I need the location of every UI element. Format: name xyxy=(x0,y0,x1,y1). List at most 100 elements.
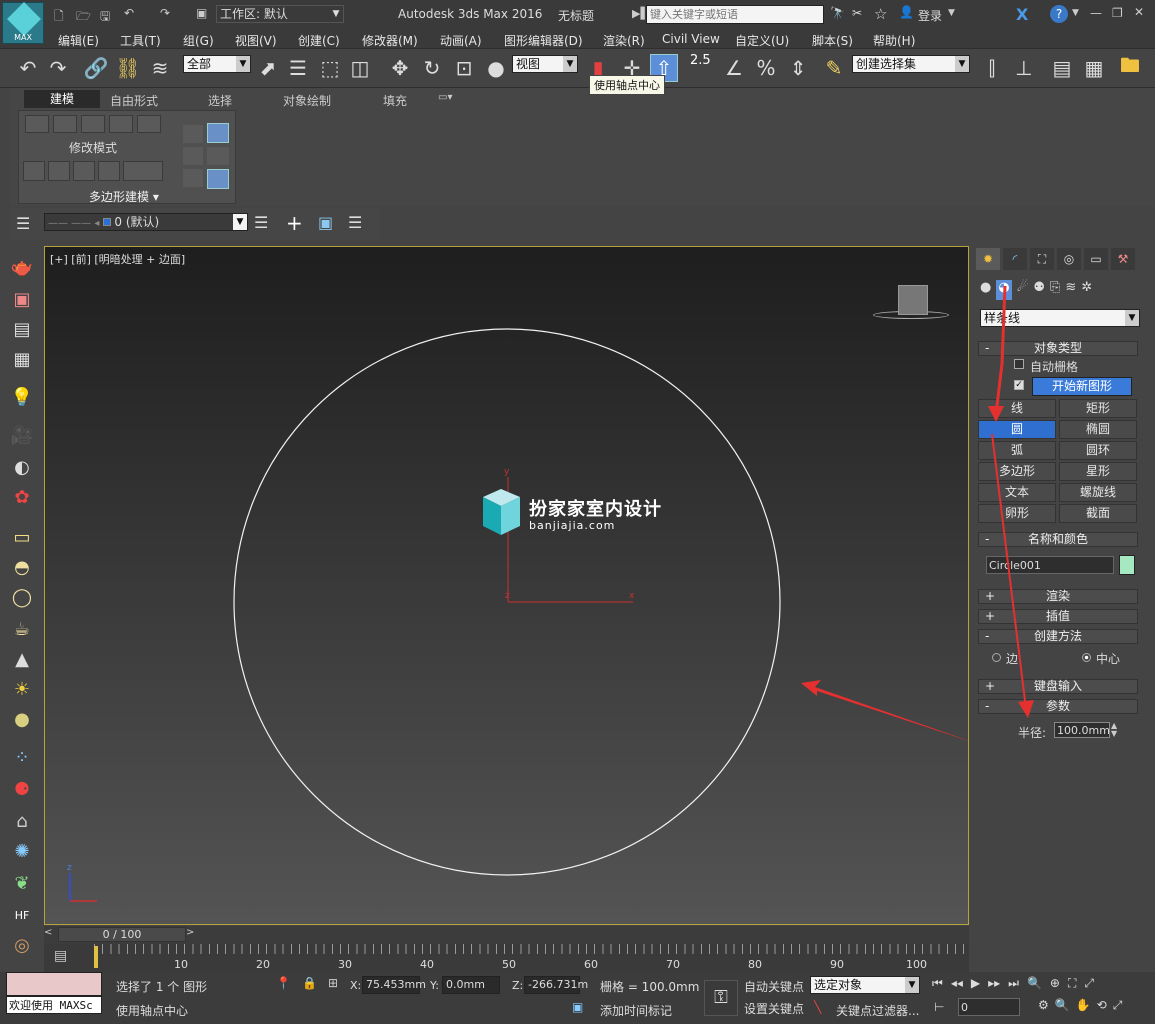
rotate-icon[interactable]: ↻ xyxy=(418,54,446,82)
mirror-icon[interactable]: ⫿ xyxy=(978,54,1006,82)
key-mode-icon[interactable]: ⊢ xyxy=(934,1000,944,1014)
current-frame-field[interactable] xyxy=(958,998,1020,1016)
restore-icon[interactable]: ❐ xyxy=(1112,6,1123,20)
binoculars-icon[interactable]: 🔭 xyxy=(830,6,845,20)
menu-modifiers[interactable]: 修改器(M) xyxy=(362,32,418,49)
angle-snap-icon[interactable]: ∠ xyxy=(720,54,748,82)
ribbon-sub-btn-3[interactable] xyxy=(73,161,95,181)
ribbon-btn-4[interactable] xyxy=(109,115,133,133)
menu-civil-view[interactable]: Civil View xyxy=(662,32,720,46)
set-key-button[interactable]: 设置关键点 xyxy=(744,1000,804,1017)
spinner-snap-icon[interactable]: ⇕ xyxy=(784,54,812,82)
teapot-prim-icon[interactable]: ☕ xyxy=(8,616,36,642)
ribbon-side-btn-2[interactable] xyxy=(207,123,229,143)
ribbon-btn-1[interactable] xyxy=(25,115,49,133)
toggle-ribbon-icon[interactable]: ▦ xyxy=(1080,54,1108,82)
time-config-icon[interactable]: ⚙ xyxy=(1038,998,1049,1016)
go-to-start-icon[interactable]: ⏮ xyxy=(932,976,943,994)
reference-coord-dropdown[interactable]: 视图 ▼ xyxy=(512,55,578,73)
new-file-icon[interactable]: 🗋 xyxy=(54,7,64,28)
named-selection-dropdown[interactable]: 创建选择集 ▼ xyxy=(852,55,970,73)
ribbon-sub-btn-2[interactable] xyxy=(48,161,70,181)
help-dropdown-icon[interactable]: ▼ xyxy=(1072,8,1079,18)
scene-explorer-icon[interactable]: ▣ xyxy=(8,286,36,312)
tab-object-paint[interactable]: 对象绘制 xyxy=(283,92,331,109)
lock-icon[interactable]: 🔒 xyxy=(302,976,317,990)
ribbon-btn-5[interactable] xyxy=(137,115,161,133)
hemisphere-icon[interactable]: ◓ xyxy=(8,554,36,580)
track-bar-icon[interactable]: ▤ xyxy=(54,948,67,964)
maxscript-welcome[interactable]: 欢迎使用 MAXSc xyxy=(6,996,102,1014)
layer-explorer-icon[interactable]: ▤ xyxy=(1048,54,1076,82)
tab-populate[interactable]: 填充 xyxy=(383,92,407,109)
ribbon-side-btn-3[interactable] xyxy=(183,147,203,165)
tree-icon[interactable]: ⌂ xyxy=(8,808,36,834)
app-logo[interactable]: MAX xyxy=(2,2,44,44)
time-next-button[interactable]: > xyxy=(186,927,200,942)
edit-named-selection-icon[interactable]: ✎ xyxy=(820,54,848,82)
ribbon-sub-btn-4[interactable] xyxy=(98,161,120,181)
menu-graph-editors[interactable]: 图形编辑器(D) xyxy=(504,32,583,49)
undo-button[interactable]: ↶ xyxy=(14,54,42,82)
cloth-icon[interactable]: ◎ xyxy=(8,932,36,958)
menu-help[interactable]: 帮助(H) xyxy=(873,32,915,49)
select-link-icon[interactable]: 🔗 xyxy=(82,54,110,82)
menu-create[interactable]: 创建(C) xyxy=(298,32,340,49)
ribbon-side-btn-5[interactable] xyxy=(183,169,203,187)
go-to-end-icon[interactable]: ⏭ xyxy=(1008,976,1019,994)
percent-snap-icon[interactable]: % xyxy=(752,54,780,82)
open-file-icon[interactable]: 🗁 xyxy=(76,7,91,28)
ribbon-btn-2[interactable] xyxy=(53,115,77,133)
zoom-icon[interactable]: 🔍 xyxy=(1027,976,1042,994)
play-icon[interactable]: ▶ xyxy=(971,976,980,994)
set-current-layer-icon[interactable]: ☰ xyxy=(348,213,362,232)
teapot-icon[interactable]: 🫖 xyxy=(8,254,36,280)
helper-icon[interactable]: ◐ xyxy=(8,454,36,480)
layer-dropdown[interactable]: —— —— ◂ 0 (默认) ▼ xyxy=(44,213,248,231)
grid-icon[interactable]: ▦ xyxy=(8,346,36,372)
next-frame-icon[interactable]: ▸▸ xyxy=(988,976,1000,994)
list-icon[interactable]: ▤ xyxy=(8,316,36,342)
unlink-icon[interactable]: ⛓ xyxy=(114,54,142,82)
absolute-mode-icon[interactable]: ⊞ xyxy=(328,976,338,990)
layer-manager-icon[interactable]: ☰ xyxy=(16,214,30,233)
save-file-icon[interactable]: 🖫 xyxy=(100,7,110,28)
camera-icon[interactable]: 🎥 xyxy=(8,422,36,448)
subscription-icon[interactable]: ✂ xyxy=(852,6,862,20)
ribbon-side-btn-6[interactable] xyxy=(207,169,229,189)
workspace-dropdown[interactable]: 工作区: 默认 ▼ xyxy=(216,5,344,23)
ribbon-sub-btn-5[interactable] xyxy=(123,161,163,181)
search-input[interactable] xyxy=(646,5,824,24)
isolate-icon[interactable]: 📍 xyxy=(276,976,291,990)
time-slider[interactable]: < 0 / 100 > xyxy=(44,926,969,944)
menu-edit[interactable]: 编辑(E) xyxy=(58,32,99,49)
y-coordinate-field[interactable]: 0.0mm xyxy=(442,976,500,994)
sphere-icon[interactable]: ◯ xyxy=(8,584,36,610)
zoom-extents-icon[interactable]: ⛶ xyxy=(1068,976,1076,994)
ribbon-sub-btn-1[interactable] xyxy=(23,161,45,181)
select-in-layer-icon[interactable]: ▣ xyxy=(318,213,333,232)
add-to-layer-icon[interactable]: + xyxy=(286,211,303,235)
select-by-name-icon[interactable]: ☰ xyxy=(284,54,312,82)
current-frame-marker[interactable] xyxy=(94,946,98,968)
particle-icon[interactable]: ✿ xyxy=(8,484,36,510)
key-icon[interactable]: ⚿ xyxy=(704,980,738,1016)
close-icon[interactable]: ✕ xyxy=(1134,5,1144,19)
key-filters-icon[interactable]: ╲ xyxy=(814,1000,821,1014)
zoom-all-icon[interactable]: ⊕ xyxy=(1050,976,1060,994)
help-icon[interactable]: ? xyxy=(1050,5,1068,23)
plane-icon[interactable]: ▭ xyxy=(8,524,36,550)
light-icon[interactable]: 💡 xyxy=(8,384,36,410)
undo-icon[interactable]: ↶ xyxy=(124,6,134,20)
tab-modeling[interactable]: 建模 xyxy=(24,90,100,108)
maximize-viewport-icon[interactable]: ⤢ xyxy=(1084,976,1094,994)
auto-key-button[interactable]: 自动关键点 xyxy=(744,978,804,995)
menu-customize[interactable]: 自定义(U) xyxy=(735,32,789,49)
time-slider-thumb[interactable]: 0 / 100 xyxy=(58,927,186,942)
hair-fur-icon[interactable]: HF xyxy=(8,902,36,928)
favorites-icon[interactable]: ☆ xyxy=(874,5,887,23)
snap-toggle[interactable]: 2.5 xyxy=(690,53,711,68)
x-coordinate-field[interactable]: 75.453mm xyxy=(362,976,426,994)
sun-icon[interactable]: ☀ xyxy=(8,676,36,702)
geosphere-icon[interactable]: ● xyxy=(8,706,36,732)
